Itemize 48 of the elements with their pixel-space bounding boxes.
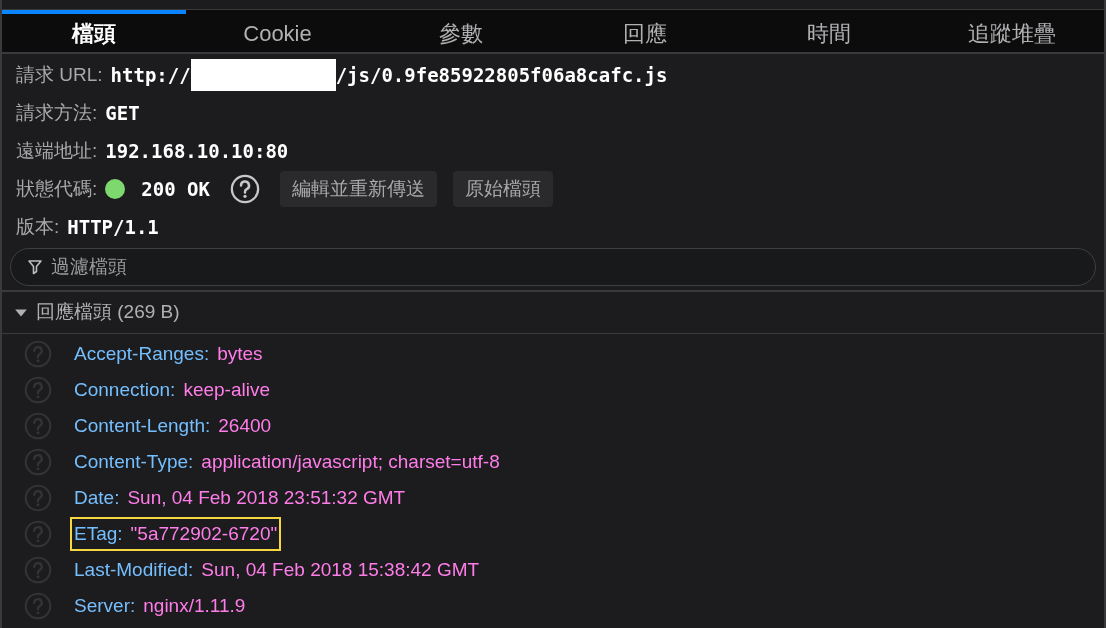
header-value: keep-alive <box>183 377 270 402</box>
url-path: /js/0.9fe85922805f06a8cafc.js <box>335 62 668 88</box>
field-label: 請求 URL: <box>16 62 103 87</box>
field-value: GET <box>105 100 140 126</box>
field-value: HTTP/1.1 <box>67 214 159 240</box>
header-value: 26400 <box>218 413 272 438</box>
field-label: 遠端地址: <box>16 138 98 163</box>
tab[interactable]: 參數 <box>369 10 553 52</box>
header-value: application/javascript; charset=utf-8 <box>201 449 500 474</box>
header-value: bytes <box>217 341 263 366</box>
help-icon <box>24 376 52 404</box>
field-label: 請求方法: <box>16 100 98 125</box>
tab[interactable]: 檔頭 <box>2 10 186 52</box>
header-value: "5a772902-6720" <box>130 521 278 546</box>
help-icon <box>24 340 52 368</box>
header-value: Sun, 04 Feb 2018 23:51:32 GMT <box>127 485 406 510</box>
header-name: Content-Length: <box>74 413 211 438</box>
help-icon <box>24 448 52 476</box>
help-icon <box>24 592 52 620</box>
header-name: Connection: <box>74 377 176 402</box>
field-label: 狀態代碼: <box>16 176 98 201</box>
help-icon <box>24 484 52 512</box>
tab[interactable]: 追蹤堆疊 <box>920 10 1104 52</box>
header-name: Accept-Ranges: <box>74 341 210 366</box>
help-icon <box>229 174 260 204</box>
field-value: 192.168.10.10:80 <box>105 138 289 164</box>
field-label: 版本: <box>16 214 60 239</box>
header-name: ETag: <box>74 521 123 546</box>
filter-box[interactable]: 過濾檔頭 <box>10 248 1096 286</box>
status-code: 200 OK <box>141 176 210 202</box>
help-icon <box>24 520 52 548</box>
header-action-button[interactable]: 原始檔頭 <box>452 171 553 207</box>
header-name: Last-Modified: <box>74 557 194 582</box>
url-prefix: http:// <box>110 62 191 88</box>
header-action-button[interactable]: 編輯並重新傳送 <box>279 171 437 207</box>
tab[interactable]: 回應 <box>553 10 737 52</box>
help-icon <box>24 556 52 584</box>
header-name: Server: <box>74 593 136 618</box>
section-toggle[interactable]: 回應檔頭 (269 B) <box>14 298 180 327</box>
tab[interactable]: Cookie <box>185 10 370 52</box>
header-name: Date: <box>74 485 120 510</box>
tab[interactable]: 時間 <box>736 10 921 52</box>
filter-icon <box>27 259 43 275</box>
help-icon <box>24 412 52 440</box>
header-value: nginx/1.11.9 <box>143 593 246 618</box>
header-name: Content-Type: <box>74 449 194 474</box>
filter-field[interactable]: 過濾檔頭 <box>51 252 1079 282</box>
header-value: Sun, 04 Feb 2018 15:38:42 GMT <box>201 557 480 582</box>
